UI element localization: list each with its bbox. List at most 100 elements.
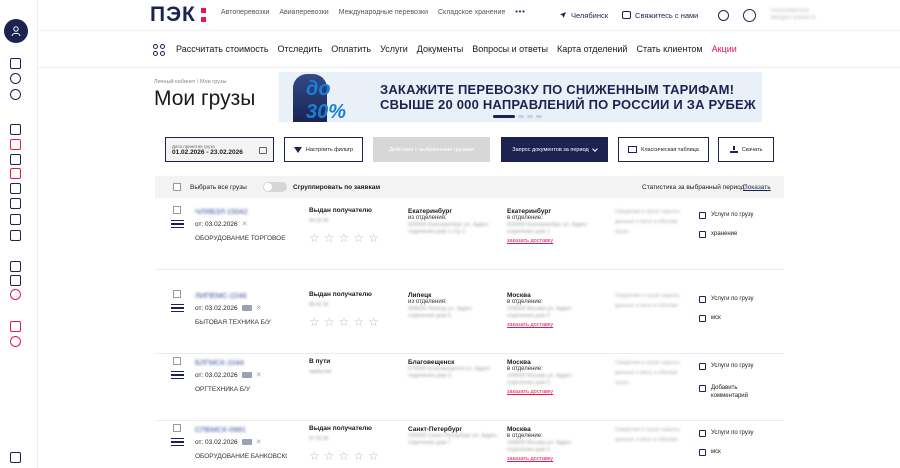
star-icon[interactable]: ☆ [368,450,379,462]
nav-pay[interactable]: Оплатить [331,44,371,54]
box-icon[interactable] [10,154,21,165]
star-icon[interactable]: ☆ [353,450,364,462]
document-icon[interactable] [10,139,21,150]
star-icon[interactable]: ☆ [353,316,364,328]
star-icon[interactable]: ☆ [309,232,320,244]
group-by-request-label: Сгруппировать по заявкам [293,184,381,191]
pek-logo[interactable]: ПЭК [150,3,206,26]
shield-icon[interactable] [10,214,21,225]
settings-icon[interactable] [10,230,21,241]
top-nav-intl[interactable]: Международные перевозки [339,9,428,16]
star-icon[interactable]: ☆ [324,316,335,328]
book-icon[interactable] [10,198,21,209]
search-icon[interactable] [718,9,730,21]
row-secondary-action[interactable]: мск [699,448,754,456]
cargo-date: от: 03.02.2026 ✕ [195,371,262,380]
row-checkbox[interactable] [173,424,181,432]
promo-banner[interactable]: до 30% ЗАКАЖИТЕ ПЕРЕВОЗКУ ПО СНИЖЕННЫМ Т… [279,72,762,122]
top-nav-air[interactable]: Авиаперевозки [279,9,328,16]
bulk-actions-dropdown[interactable]: Действия с выбранными грузами [373,137,490,162]
row-checkbox[interactable] [173,290,181,298]
profile-avatar-button[interactable] [4,19,28,43]
download-button[interactable]: Скачать [718,137,774,162]
truck-icon[interactable] [10,124,21,135]
star-icon[interactable]: ☆ [368,316,379,328]
chat-icon[interactable] [10,261,21,272]
order-delivery-link[interactable]: заказать доставку [507,389,597,396]
drag-handle-icon[interactable] [171,438,184,446]
cart-icon[interactable] [10,321,21,332]
rating-stars[interactable]: ☆ ☆ ☆ ☆ ☆ [309,316,379,328]
star-icon[interactable]: ☆ [353,232,364,244]
star-icon[interactable]: ☆ [324,450,335,462]
grid-menu-icon[interactable] [153,44,165,56]
award-icon[interactable] [10,89,21,100]
row-secondary-action[interactable]: Добавить комментарий [699,384,754,400]
row-checkbox[interactable] [173,206,181,214]
breadcrumb-cabinet[interactable]: Личный кабинет [154,79,195,85]
configure-filter-button[interactable]: Настроить фильтр [284,137,363,162]
map-icon[interactable] [10,275,21,286]
origin-label: из отделения: [408,215,447,221]
order-delivery-link[interactable]: заказать доставку [507,238,597,245]
top-nav-storage[interactable]: Складское хранение [438,9,505,16]
cargo-services-link[interactable]: Услуги по грузу [699,429,754,437]
cargo-date: от: 03.02.2026 ✕ [195,304,262,313]
star-icon[interactable]: ☆ [368,232,379,244]
show-stats-link[interactable]: Показать [743,184,771,191]
status-text: В пути [309,358,331,365]
cargo-services-link[interactable]: Услуги по грузу [699,211,754,219]
cargo-number-link[interactable]: ЧЛЯБЗЛ-15042 [195,207,248,216]
nav-track[interactable]: Отследить [278,44,323,54]
row-secondary-action[interactable]: мск [699,314,754,322]
star-icon[interactable]: ☆ [339,450,350,462]
top-nav-auto[interactable]: Автоперевозки [221,9,269,16]
star-icon[interactable]: ☆ [309,450,320,462]
nav-faq[interactable]: Вопросы и ответы [472,44,548,54]
status-text: Выдан получателю [309,425,372,432]
classic-table-button[interactable]: Классическая таблица [618,137,709,162]
banner-pagination[interactable] [493,115,542,118]
star-icon[interactable]: ☆ [339,232,350,244]
group-by-request-toggle[interactable] [263,182,287,192]
request-documents-dropdown[interactable]: Запрос документов за период [501,137,608,162]
logout-icon[interactable] [10,452,21,463]
star-icon[interactable]: ☆ [309,316,320,328]
cargo-services-link[interactable]: Услуги по грузу [699,295,754,303]
rating-stars[interactable]: ☆ ☆ ☆ ☆ ☆ [309,450,379,462]
monitor-icon[interactable] [10,58,21,69]
origin-label: из отделения: [408,299,447,305]
date-range-field[interactable]: Дата принятия груза 01.02.2026 - 23.02.2… [165,137,274,162]
nav-services[interactable]: Услуги [380,44,408,54]
rating-stars[interactable]: ☆ ☆ ☆ ☆ ☆ [309,232,379,244]
nav-become-client[interactable]: Стать клиентом [636,44,702,54]
row-checkbox[interactable] [173,357,181,365]
clipboard-icon[interactable] [10,183,21,194]
order-delivery-link[interactable]: заказать доставку [507,322,597,329]
star-icon[interactable]: ☆ [339,316,350,328]
nav-promotions[interactable]: Акции [712,44,737,54]
globe-icon[interactable] [10,73,21,84]
drag-handle-icon[interactable] [171,220,184,228]
user-add-icon[interactable] [10,289,21,300]
drag-handle-icon[interactable] [171,371,184,379]
star-icon[interactable]: ☆ [324,232,335,244]
nav-branch-map[interactable]: Карта отделений [557,44,627,54]
user-menu[interactable]: Пользователь аккаунт клиента [770,8,815,22]
rocket-icon[interactable] [10,336,21,347]
order-delivery-link[interactable]: заказать доставку [507,456,597,463]
row-secondary-action[interactable]: хранение [699,230,754,238]
drag-handle-icon[interactable] [171,304,184,312]
cargo-number-link[interactable]: СПБМСК-0981 [195,425,246,434]
nav-calculate[interactable]: Рассчитать стоимость [176,44,269,54]
cargo-services-link[interactable]: Услуги по грузу [699,362,754,370]
nav-documents[interactable]: Документы [417,44,463,54]
select-all-checkbox[interactable] [173,183,181,191]
account-icon[interactable] [743,8,757,22]
contact-button[interactable]: Свяжитесь с нами [622,11,698,20]
cargo-number-link[interactable]: ЛИПЕМС-2246 [195,291,247,300]
cargo-number-link[interactable]: БЛГМСК-1044 [195,358,244,367]
city-selector[interactable]: Челябинск [559,11,608,20]
more-menu-button[interactable]: ••• [515,9,525,16]
wallet-icon[interactable] [10,168,21,179]
